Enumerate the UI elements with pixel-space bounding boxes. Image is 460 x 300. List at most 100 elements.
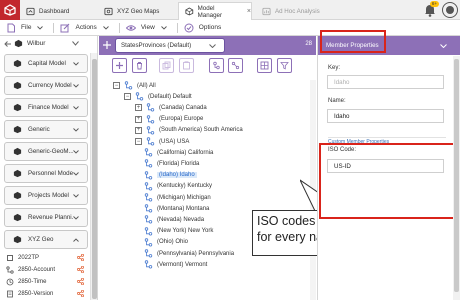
- expand-icon[interactable]: +: [135, 104, 142, 112]
- add-icon[interactable]: [101, 39, 113, 51]
- collapse-icon[interactable]: −: [135, 138, 142, 145]
- dimension-item[interactable]: 2850-Account: [4, 264, 88, 275]
- member-icon: [144, 159, 153, 168]
- dimension-select[interactable]: StatesProvinces (Default): [115, 38, 225, 53]
- tree-node[interactable]: (Michigan) Michigan: [144, 192, 211, 203]
- properties-scrollbar[interactable]: [453, 56, 460, 300]
- model-item[interactable]: Currency Model: [4, 76, 88, 95]
- tree-node[interactable]: (Florida) Florida: [144, 158, 199, 169]
- properties-title-highlight: [320, 30, 386, 53]
- tree-node[interactable]: (Nevada) Nevada: [144, 214, 204, 225]
- dimension-item[interactable]: 2850-Version: [4, 288, 88, 299]
- chevron-down-icon: [73, 127, 79, 132]
- edit-icon: [60, 23, 70, 32]
- tree-node[interactable]: (Kentucky) Kentucky: [144, 181, 212, 192]
- notification-count-badge: 6+: [429, 1, 439, 7]
- name-field[interactable]: Idaho: [327, 109, 444, 123]
- user-avatar[interactable]: [442, 2, 458, 18]
- tab-dashboard-label: Dashboard: [39, 7, 70, 15]
- tree-node[interactable]: − (Default) Default: [124, 91, 192, 102]
- grid-icon: [260, 61, 269, 70]
- grid-view-button[interactable]: [257, 58, 272, 73]
- delete-member-button[interactable]: [132, 58, 147, 73]
- model-item[interactable]: Projects Model: [4, 186, 88, 205]
- share-icon[interactable]: [77, 278, 84, 285]
- menu-actions[interactable]: Actions: [54, 20, 118, 36]
- notifications-button[interactable]: 6+: [422, 1, 439, 18]
- key-field: Idaho: [327, 75, 444, 89]
- share-icon[interactable]: [77, 266, 84, 273]
- chevron-down-icon: [160, 25, 167, 30]
- tab-model-manager[interactable]: Model Manager ×: [178, 2, 252, 20]
- app-logo-icon: [4, 4, 16, 16]
- add-child-button[interactable]: [209, 58, 224, 73]
- tab-ad-hoc-analysis[interactable]: Ad Hoc Analysis: [262, 2, 320, 20]
- sidebar-header[interactable]: Wilbur: [0, 36, 98, 52]
- hierarchy-toolbar: [99, 55, 316, 79]
- dimension-header-bar: StatesProvinces (Default) 28: [99, 36, 316, 55]
- close-tab-icon[interactable]: ×: [247, 8, 251, 15]
- model-item[interactable]: Capital Model: [4, 54, 88, 73]
- model-item[interactable]: Revenue Planni...: [4, 208, 88, 227]
- document-icon: [7, 290, 13, 297]
- member-icon: [144, 148, 153, 157]
- model-item[interactable]: Personnel Model: [4, 164, 88, 183]
- model-item[interactable]: XYZ Geo: [4, 230, 88, 249]
- tab-xyz-geo-maps[interactable]: XYZ Geo Maps: [104, 2, 159, 20]
- tree-node[interactable]: + (Europa) Europe: [135, 114, 203, 125]
- chevron-down-icon: [73, 171, 79, 176]
- model-item[interactable]: Generic: [4, 120, 88, 139]
- tree-node[interactable]: (Idaho) Idaho: [144, 170, 197, 181]
- tree-node[interactable]: (Vermont) Vermont: [144, 259, 207, 270]
- move-member-button[interactable]: [228, 58, 243, 73]
- arrow-left-icon[interactable]: [3, 39, 13, 49]
- sidebar-scrollbar[interactable]: [90, 53, 97, 300]
- hierarchy-icon: [6, 265, 14, 274]
- collapse-icon[interactable]: −: [113, 82, 120, 89]
- collapse-icon[interactable]: −: [124, 93, 131, 101]
- dimension-item[interactable]: 2850-Time: [4, 276, 88, 287]
- model-manager-icon: [185, 7, 194, 16]
- name-label: Name:: [328, 98, 346, 104]
- tree-node-label: (Vermont) Vermont: [157, 261, 208, 268]
- tree-node[interactable]: + (South America) South America: [135, 125, 243, 136]
- tree-node[interactable]: + (Canada) Canada: [135, 102, 207, 113]
- paste-member-button[interactable]: [179, 58, 194, 73]
- menu-options[interactable]: Options: [178, 20, 231, 36]
- add-member-button[interactable]: [112, 58, 127, 73]
- share-icon[interactable]: [77, 290, 84, 297]
- tree-node[interactable]: − (All) All: [113, 80, 156, 91]
- member-icon: [146, 137, 155, 146]
- tree-node[interactable]: − (USA) USA: [135, 136, 189, 147]
- app-logo[interactable]: [0, 0, 20, 20]
- chevron-down-icon: [73, 105, 79, 110]
- model-item[interactable]: Finance Model: [4, 98, 88, 117]
- model-item-label: XYZ Geo: [28, 236, 54, 243]
- menu-actions-label: Actions: [75, 24, 97, 31]
- dimension-item[interactable]: 2022TP: [4, 252, 88, 263]
- expand-icon[interactable]: +: [135, 126, 142, 134]
- chevron-down-icon[interactable]: [440, 44, 447, 48]
- model-item-label: Finance Model: [28, 104, 69, 111]
- filter-button[interactable]: [277, 58, 292, 73]
- tree-node[interactable]: (Pennsylvania) Pennsylvania: [144, 248, 234, 259]
- sidebar-scroll-thumb[interactable]: [92, 59, 97, 299]
- menu-file[interactable]: File: [0, 20, 53, 36]
- properties-scroll-thumb[interactable]: [454, 59, 459, 292]
- chevron-down-icon[interactable]: [72, 41, 79, 46]
- tree-node-label: (Pennsylvania) Pennsylvania: [157, 250, 235, 257]
- tree-node[interactable]: (California) California: [144, 147, 213, 158]
- model-item-label: Revenue Planni...: [28, 214, 73, 221]
- tree-node[interactable]: (Montana) Montana: [144, 203, 209, 214]
- share-icon[interactable]: [77, 254, 84, 261]
- copy-member-button[interactable]: [159, 58, 174, 73]
- menu-view-label: View: [140, 24, 155, 31]
- chevron-down-icon: [209, 44, 216, 48]
- chevron-down-icon: [73, 83, 79, 88]
- menu-view[interactable]: View: [120, 20, 177, 36]
- expand-icon[interactable]: +: [135, 115, 142, 123]
- tree-node[interactable]: (New York) New York: [144, 226, 213, 237]
- tree-node[interactable]: (Ohio) Ohio: [144, 237, 188, 248]
- model-item[interactable]: Generic-GeoM...: [4, 142, 88, 161]
- tab-dashboard[interactable]: Dashboard: [26, 2, 69, 20]
